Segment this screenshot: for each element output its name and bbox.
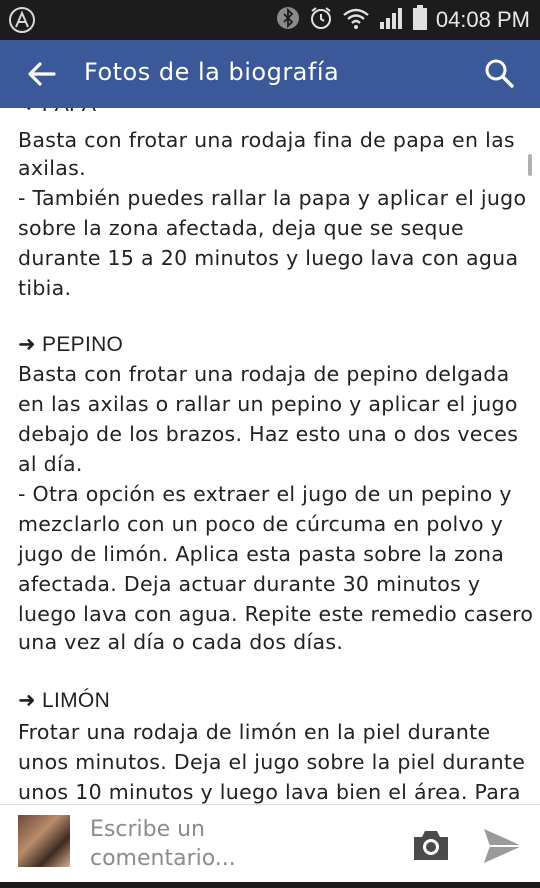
- avatar: [18, 815, 70, 867]
- section-heading-pepino: ➜ PEPINO: [18, 333, 124, 356]
- camera-icon[interactable]: [410, 827, 452, 863]
- post-line: Frotar una rodaja de limón en la piel du…: [18, 720, 491, 744]
- post-line: Basta con frotar una rodaja fina de papa…: [18, 128, 515, 152]
- back-arrow-icon[interactable]: [26, 58, 58, 90]
- post-line: durante 15 a 20 minutos y luego lava con…: [18, 246, 519, 270]
- post-line: jugo de limón. Aplica esta pasta sobre l…: [18, 542, 505, 566]
- post-line: - Otra opción es extraer el jugo de un p…: [18, 482, 512, 506]
- comment-placeholder-line2: comentario...: [90, 846, 236, 871]
- post-line: Basta con frotar una rodaja de pepino de…: [18, 362, 510, 386]
- clock-time: 04:08 PM: [435, 7, 530, 32]
- section-heading-limon: ➜ LIMÓN: [18, 689, 111, 712]
- post-line: unos 10 minutos y luego lava bien el áre…: [18, 780, 521, 804]
- post-line: en las axilas o rallar un pepino y aplic…: [18, 392, 518, 416]
- post-line: debajo de los brazos. Haz esto una o dos…: [18, 422, 519, 446]
- post-line: - También puedes rallar la papa y aplica…: [18, 186, 527, 210]
- bluetooth-icon: [276, 6, 300, 34]
- post-line: ➜ PAPA: [18, 108, 96, 117]
- app-a-icon: [8, 6, 36, 38]
- post-line: mezclarlo con un poco de cúrcuma en polv…: [18, 512, 504, 536]
- post-line: sobre la zona afectada, deja que se sequ…: [18, 216, 464, 240]
- status-bar: 04:08 PM: [0, 0, 540, 40]
- bottom-edge: [0, 882, 540, 888]
- comment-input[interactable]: Escribe un comentario...: [90, 815, 290, 875]
- app-bar: Fotos de la biografía: [0, 40, 540, 108]
- page-title: Fotos de la biografía: [84, 58, 340, 86]
- post-line: al día.: [18, 452, 83, 476]
- send-icon[interactable]: [482, 827, 524, 865]
- battery-icon: [412, 5, 428, 35]
- comment-bar: Escribe un comentario...: [0, 804, 540, 882]
- post-text-area[interactable]: ➜ PAPA Basta con frotar una rodaja fina …: [0, 108, 540, 804]
- search-icon[interactable]: [482, 56, 516, 90]
- post-line: axilas.: [18, 156, 86, 180]
- post-line: tibia.: [18, 276, 72, 300]
- post-line: unos minutos. Deja el jugo sobre la piel…: [18, 750, 526, 774]
- scrollbar[interactable]: [528, 154, 532, 176]
- wifi-icon: [342, 6, 370, 34]
- signal-icon: [378, 6, 404, 34]
- post-line: luego lava con agua. Repite este remedio…: [18, 602, 534, 626]
- post-line: una vez al día o cada dos días.: [18, 630, 344, 654]
- comment-placeholder-line1: Escribe un: [90, 817, 205, 842]
- post-line: afectada. Deja actuar durante 30 minutos…: [18, 572, 481, 596]
- alarm-icon: [308, 5, 334, 35]
